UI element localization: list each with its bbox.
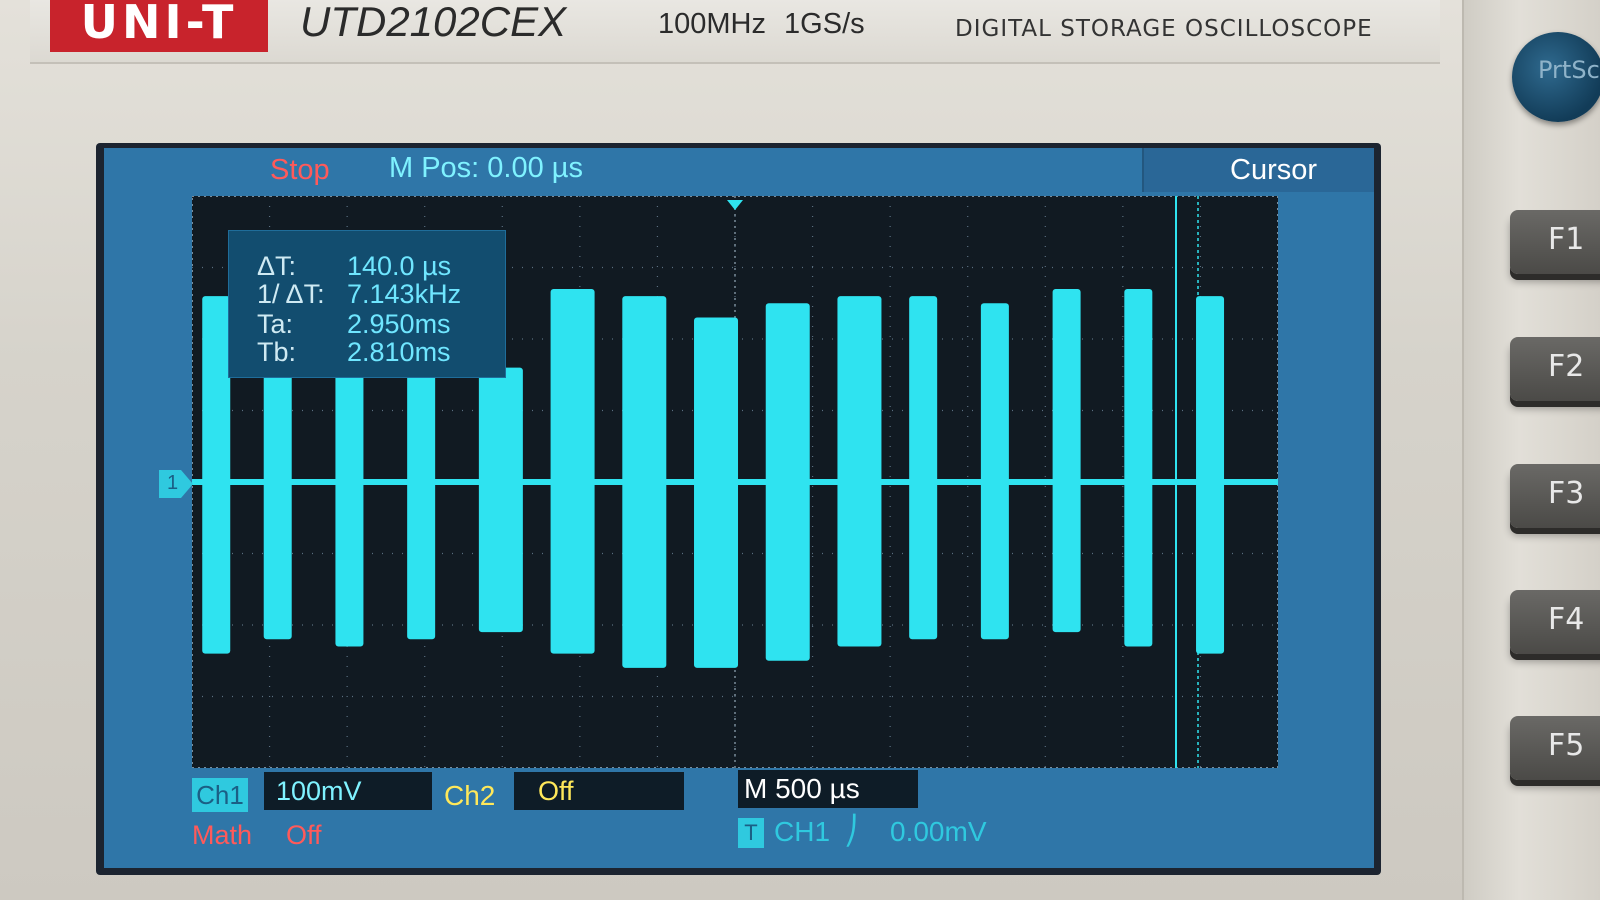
readout-label-ta: Ta: [257, 309, 294, 339]
ch1-burst [478, 367, 523, 633]
brand-logo: UNI-T [50, 0, 268, 52]
prtsc-label: PrtSc [1538, 56, 1600, 84]
readout-value-delta-t: 140.0 µs [347, 251, 452, 281]
trigger-level: 0.00mV [890, 816, 987, 847]
timebase-scale: M 500 µs [738, 770, 918, 808]
cursor-readout: ΔT: 140.0 µs 1/ ΔT: 7.143kHz Ta: 2.950ms… [228, 230, 506, 378]
f1-button[interactable]: F1 [1510, 210, 1600, 274]
menu-title: Cursor [1230, 154, 1318, 186]
readout-label-tb: Tb: [257, 337, 297, 367]
rising-edge-icon: ⎠ [844, 815, 858, 846]
ch2-state: Off [514, 772, 684, 810]
ch1-burst [1124, 288, 1153, 647]
horizontal-position: M Pos: 0.00 µs [389, 152, 584, 184]
trigger-icon: T [738, 818, 764, 848]
f2-label: F2 [1548, 349, 1585, 384]
ch1-burst [622, 296, 667, 668]
cursor-menu-header: Cursor [1142, 148, 1374, 192]
f4-label: F4 [1548, 602, 1585, 637]
channel-status-bar: Ch1 100mV Ch2 Off M 500 µs Math Off T CH… [104, 768, 1374, 868]
ch1-burst [694, 317, 739, 668]
ch2-label[interactable]: Ch2 [444, 780, 495, 812]
f4-button[interactable]: F4 [1510, 590, 1600, 654]
f3-label: F3 [1548, 476, 1585, 511]
f5-button[interactable]: F5 [1510, 716, 1600, 780]
f3-button[interactable]: F3 [1510, 464, 1600, 528]
readout-label-delta-t: ΔT: [257, 251, 297, 281]
math-label[interactable]: Math [192, 820, 252, 851]
ch1-burst [335, 367, 364, 647]
ch1-burst [765, 303, 810, 661]
readout-label-inv-delta-t: 1/ ΔT: [257, 279, 325, 309]
ch1-marker-label: 1 [167, 472, 179, 494]
ch1-burst [837, 296, 882, 647]
f5-label: F5 [1548, 728, 1585, 763]
run-state: Stop [270, 154, 330, 186]
f1-label: F1 [1548, 222, 1585, 257]
ch1-burst [263, 367, 292, 640]
product-type: DIGITAL STORAGE OSCILLOSCOPE [955, 16, 1373, 42]
ch1-burst [550, 288, 595, 654]
status-bar: Stop M Pos: 0.00 µs Cursor [104, 148, 1374, 192]
ch1-ground-marker[interactable]: 1 [159, 470, 193, 498]
ch1-volts-per-div: 100mV [264, 772, 432, 810]
ch1-burst [1052, 288, 1081, 633]
model-name: UTD2102CEX [300, 0, 567, 45]
instrument-specs: 100MHz 1GS/s [658, 8, 865, 40]
ch1-burst [407, 367, 436, 640]
oscilloscope-screen: Stop M Pos: 0.00 µs Cursor 1 ΔT: 140.0 µ… [104, 148, 1374, 868]
readout-value-tb: 2.810ms [347, 337, 451, 367]
ch1-burst [1196, 296, 1225, 654]
readout-value-inv-delta-t: 7.143kHz [347, 279, 462, 309]
readout-value-ta: 2.950ms [347, 309, 451, 339]
ch1-label[interactable]: Ch1 [192, 778, 248, 812]
prtsc-button[interactable]: PrtSc [1512, 32, 1600, 122]
ch1-burst [980, 303, 1009, 640]
ch1-burst [909, 296, 938, 640]
ch1-burst [202, 296, 231, 654]
math-state: Off [286, 820, 322, 850]
f2-button[interactable]: F2 [1510, 337, 1600, 401]
trigger-source: CH1 [774, 816, 831, 847]
